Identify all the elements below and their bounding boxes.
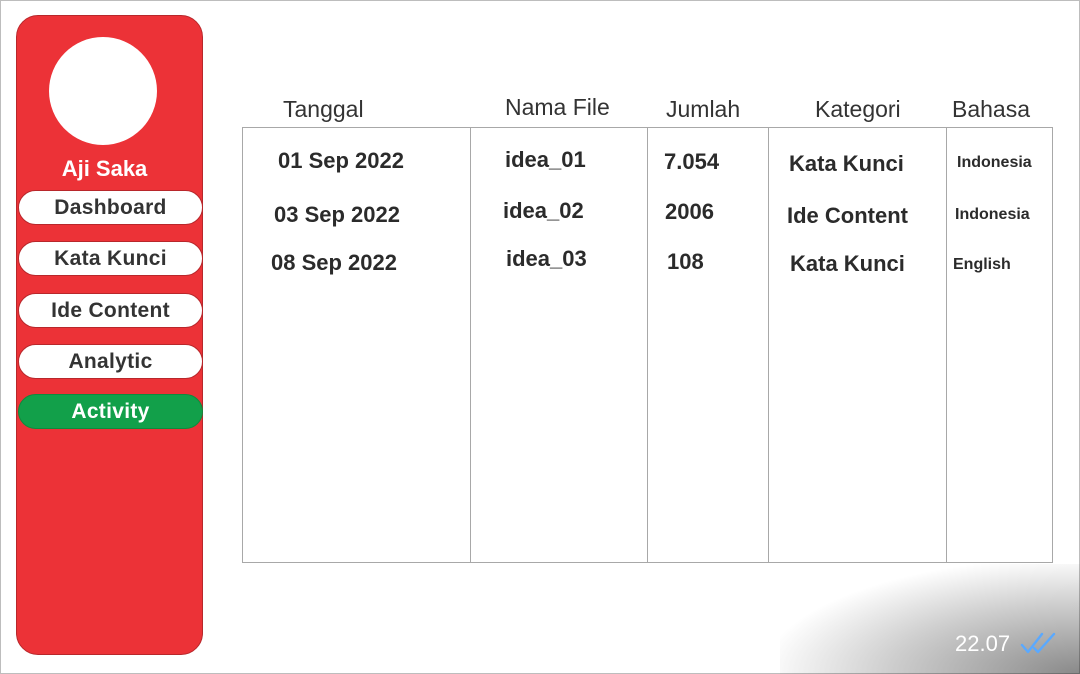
column-header-tanggal: Tanggal [283,96,364,122]
activity-table: 01 Sep 2022 idea_01 7.054 Kata Kunci Ind… [242,127,1053,563]
sidebar-item-ide-content[interactable]: Ide Content [18,293,203,328]
sidebar-item-dashboard[interactable]: Dashboard [18,190,203,225]
table-cell-count: 2006 [665,199,714,224]
column-divider [647,128,648,562]
column-header-nama-file: Nama File [505,94,610,120]
table-cell-date: 08 Sep 2022 [271,250,397,275]
column-header-bahasa: Bahasa [952,96,1031,122]
column-divider [470,128,471,562]
avatar[interactable] [49,37,157,145]
table-cell-date: 03 Sep 2022 [274,202,400,227]
table-cell-category: Kata Kunci [790,251,905,276]
table-cell-language: English [953,256,1011,273]
message-time: 22.07 [955,631,1011,656]
sidebar-item-activity[interactable]: Activity [18,394,203,429]
table-cell-count: 7.054 [664,149,720,174]
table-cell-language: Indonesia [955,206,1030,223]
double-check-icon [1020,632,1056,654]
column-divider [946,128,947,562]
column-header-jumlah: Jumlah [666,96,741,122]
table-cell-language: Indonesia [957,154,1032,171]
sidebar: Aji Saka Dashboard Kata Kunci Ide Conten… [16,15,203,655]
sidebar-item-kata-kunci[interactable]: Kata Kunci [18,241,203,276]
table-cell-date: 01 Sep 2022 [278,148,404,173]
column-header-kategori: Kategori [815,96,901,122]
sidebar-item-analytic[interactable]: Analytic [18,344,203,379]
table-cell-file[interactable]: idea_03 [506,246,587,272]
table-cell-category: Ide Content [787,203,908,228]
table-cell-count: 108 [667,249,704,274]
column-divider [768,128,769,562]
table-cell-category: Kata Kunci [789,151,904,176]
table-cell-file[interactable]: idea_02 [503,198,584,224]
table-cell-file[interactable]: idea_01 [505,147,586,173]
user-name: Aji Saka [61,156,148,181]
